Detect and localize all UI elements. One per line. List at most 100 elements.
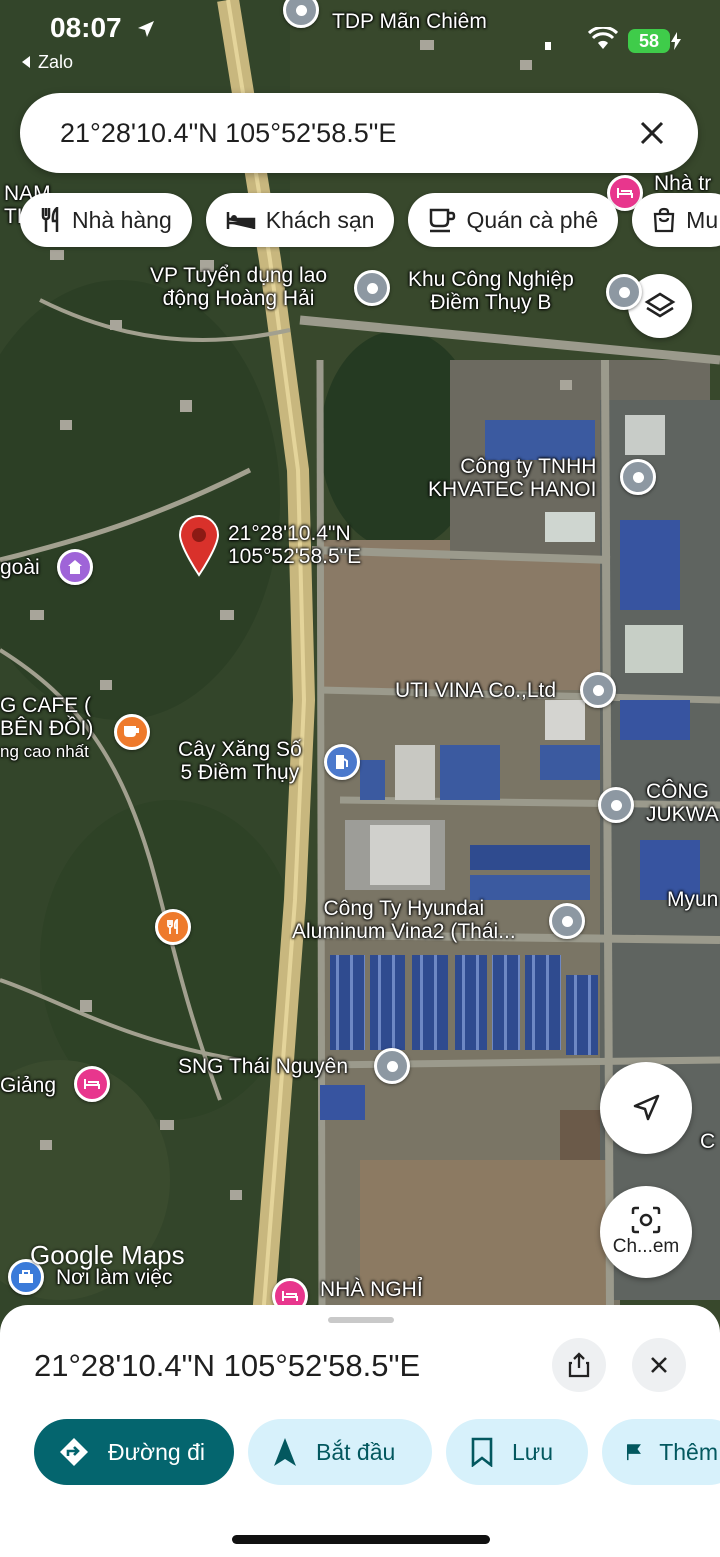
label-sng-thai-nguyen: SNG Thái Nguyên: [178, 1055, 348, 1078]
label-line: 5 Điềm Thụy: [180, 761, 300, 784]
temple-pin-icon[interactable]: [57, 549, 93, 585]
label-myun: Myun: [667, 888, 718, 911]
camera-search-button[interactable]: Ch...em: [600, 1186, 692, 1278]
chip-label: Nhà hàng: [72, 206, 172, 233]
label-line: goài: [0, 556, 40, 579]
hotel-pin-icon[interactable]: [74, 1066, 110, 1102]
home-indicator: [232, 1535, 490, 1544]
label-khu-cong-nghiep: Khu Công Nghiệp Điềm Thụy B: [408, 268, 574, 314]
signal-dot-icon: [545, 42, 551, 50]
label-khvatec: Công ty TNHH KHVATEC HANOI: [428, 455, 596, 501]
bed-icon: [226, 212, 255, 229]
start-button[interactable]: Bắt đầu: [248, 1419, 432, 1485]
camera-icon: [631, 1206, 661, 1234]
back-to-app[interactable]: Zalo: [38, 52, 73, 73]
category-chips: Nhà hàng Khách sạn Quán cà phê Mu: [20, 193, 720, 247]
chip-label: Khách sạn: [265, 206, 375, 233]
label-cay-xang: Cây Xăng Số 5 Điềm Thụy: [178, 738, 302, 784]
add-label-button[interactable]: Thêm: [602, 1419, 720, 1485]
layers-icon: [644, 292, 676, 318]
label-line: Myun: [667, 888, 719, 911]
chip-hotels[interactable]: Khách sạn: [205, 193, 395, 247]
map-view[interactable]: 08:07 Zalo 58 TDP Mãn Chiêm 21°28'10.4"N…: [0, 0, 720, 1330]
share-button[interactable]: [552, 1338, 606, 1392]
poi-pin-icon[interactable]: [374, 1048, 410, 1084]
label-hyundai: Công Ty Hyundai Aluminum Vina2 (Thái...: [292, 897, 516, 943]
navigation-arrow-icon: [633, 1094, 660, 1121]
close-icon: [651, 1357, 667, 1373]
poi-pin-icon[interactable]: [598, 787, 634, 823]
label-line: UTI VINA Co.,Ltd: [395, 679, 557, 702]
action-label: Bắt đầu: [316, 1438, 396, 1465]
close-sheet-button[interactable]: [632, 1338, 686, 1392]
gas-station-pin-icon[interactable]: [324, 744, 360, 780]
label-line: Aluminum Vina2 (Thái...: [292, 920, 516, 943]
place-bottom-sheet[interactable]: 21°28'10.4"N 105°52'58.5"E Đường đi Bắt …: [0, 1305, 720, 1557]
clear-search-button[interactable]: [628, 109, 676, 157]
label-nha-nghi: NHÀ NGHỈ: [320, 1278, 423, 1301]
label-line: NHÀ NGHỈ: [320, 1278, 423, 1301]
label-line: ng cao nhất: [0, 742, 89, 761]
label-line: SNG Thái Nguyên: [178, 1055, 349, 1078]
action-label: Đường đi: [108, 1438, 205, 1465]
label-line: TDP Mãn Chiêm: [332, 10, 487, 33]
chip-shopping[interactable]: Mu: [632, 193, 720, 247]
label-line: 21°28'10.4"N: [228, 522, 351, 545]
poi-pin-icon[interactable]: [549, 903, 585, 939]
label-line: BÊN ĐỒI): [0, 717, 94, 740]
label-c-edge: C: [700, 1130, 715, 1153]
chip-restaurants[interactable]: Nhà hàng: [20, 193, 192, 247]
label-vp-tuyen-dung: VP Tuyển dụng lao động Hoàng Hải: [150, 264, 327, 310]
restaurant-pin-icon[interactable]: [155, 909, 191, 945]
label-nha-tr: Nhà tr: [654, 172, 711, 195]
label-ngoai: goài: [0, 556, 40, 579]
my-location-button[interactable]: [600, 1062, 692, 1154]
label-tdp-man-chiem: TDP Mãn Chiêm: [332, 10, 487, 33]
label-line: Điềm Thụy B: [430, 291, 552, 314]
flag-icon: [626, 1444, 641, 1461]
label-giang: Giảng: [0, 1074, 56, 1097]
directions-icon: [60, 1438, 88, 1466]
cafe-pin-icon[interactable]: [114, 714, 150, 750]
chip-coffee[interactable]: Quán cà phê: [408, 193, 619, 247]
bookmark-icon: [471, 1437, 493, 1467]
label-line: C: [700, 1130, 716, 1153]
label-line: Công Ty Hyundai: [323, 897, 485, 920]
camera-label: Ch...em: [612, 1236, 680, 1257]
google-maps-watermark: Google Maps: [30, 1240, 185, 1270]
save-button[interactable]: Lưu: [446, 1419, 588, 1485]
back-chevron-icon[interactable]: [20, 55, 32, 74]
action-label: Thêm: [659, 1438, 718, 1465]
directions-button[interactable]: Đường đi: [34, 1419, 234, 1485]
shopping-bag-icon: [653, 207, 675, 233]
label-line: Công ty TNHH: [460, 455, 597, 478]
label-cong-jukwa: CÔNG JUKWA: [646, 780, 719, 826]
fork-knife-icon: [41, 207, 59, 232]
government-pin-icon[interactable]: [354, 270, 390, 306]
poi-pin-icon[interactable]: [580, 672, 616, 708]
poi-pin-icon[interactable]: [606, 274, 642, 310]
label-line: VP Tuyển dụng lao: [150, 264, 328, 287]
label-line: Cây Xăng Số: [178, 738, 302, 761]
chip-label: Quán cà phê: [466, 206, 599, 233]
sheet-drag-handle[interactable]: [328, 1317, 394, 1323]
label-line: 105°52'58.5"E: [228, 545, 362, 568]
share-icon: [568, 1352, 590, 1378]
label-line: G CAFE (: [0, 694, 92, 717]
label-line: Giảng: [0, 1074, 57, 1097]
battery-indicator: 58: [628, 29, 670, 53]
wifi-icon: [587, 25, 619, 56]
poi-pin-icon[interactable]: [620, 459, 656, 495]
chip-label: Mu: [686, 206, 719, 233]
close-icon: [640, 121, 664, 145]
search-query[interactable]: 21°28'10.4"N 105°52'58.5"E: [60, 118, 396, 149]
label-line: JUKWA: [646, 803, 719, 826]
label-line: CÔNG: [646, 780, 709, 803]
label-line: Khu Công Nghiệp: [408, 268, 574, 291]
dropped-pin-icon[interactable]: [178, 515, 220, 582]
battery-level: 58: [638, 30, 660, 51]
label-cafe: G CAFE ( BÊN ĐỒI) ng cao nhất: [0, 694, 93, 763]
label-pin-coordinates: 21°28'10.4"N 105°52'58.5"E: [228, 522, 361, 568]
label-line: Nhà tr: [654, 172, 712, 195]
search-bar[interactable]: 21°28'10.4"N 105°52'58.5"E: [20, 93, 698, 173]
